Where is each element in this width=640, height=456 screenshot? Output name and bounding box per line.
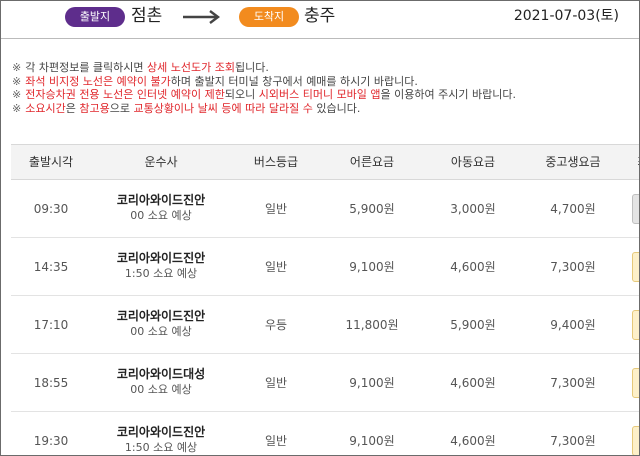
duration-estimate: 00 소요 예상 [130,209,192,222]
duration-estimate: 1:50 소요 예상 [124,441,198,454]
company-cell: 코리아와이드진안 00 소요 예상 [91,192,231,224]
notice-highlight: 좌석 비지정 노선은 예약이 불가 [25,74,171,88]
company-cell: 코리아와이드진안 1:50 소요 예상 [91,424,231,455]
table-row[interactable]: 17:10 코리아와이드진안 00 소요 예상 우등 11,800원 5,900원 9,40… [11,296,639,354]
company-name: 코리아와이드진안 [116,251,206,265]
header-adult-fare: 어른요금 [349,155,395,169]
company-cell: 코리아와이드대성 00 소요 예상 [91,366,231,398]
notice-text: 각 차편정보를 클릭하시면 [25,61,148,74]
notice-text: 은 [65,101,80,115]
duration-estimate: 00 소요 예상 [130,383,192,396]
adult-fare: 5,900원 [349,202,395,216]
company-name: 코리아와이드진안 [116,425,206,439]
company-cell: 코리아와이드진안 1:50 소요 예상 [91,250,231,282]
departure-time: 18:55 [33,376,69,390]
seat-select-button[interactable] [632,194,639,224]
table-row[interactable]: 19:30 코리아와이드진안 1:50 소요 예상 일반 9,100원 4,600원 7,3… [11,412,639,455]
notice-text: 하며 출발지 터미널 창구에서 예매를 하시기 바랍니다. [170,74,418,88]
child-fare: 4,600원 [450,260,496,274]
table-body: 09:30 코리아와이드진안 00 소요 예상 일반 5,900원 3,000원 4,700… [11,180,639,455]
table-row[interactable]: 18:55 코리아와이드대성 00 소요 예상 일반 9,100원 4,600원 7,300… [11,354,639,412]
departure-time: 19:30 [33,434,69,448]
notice-highlight: 시외버스 티머니 모바일 앱 [258,88,381,102]
notice-highlight: 교통상황이나 날씨 등에 따라 달라질 수 [133,101,313,115]
bus-grade: 일반 [264,376,288,390]
child-fare: 5,900원 [450,318,496,332]
bus-grade: 일반 [264,434,288,448]
notice-mark: ※ [12,101,22,115]
duration-estimate: 00 소요 예상 [130,325,192,338]
notice-mark: ※ [12,61,22,74]
notice-line: ※ 전자승차권 전용 노선은 인터넷 예약이 제한되오니 시외버스 티머니 모바일… [12,88,637,102]
header-child-fare: 아동요금 [450,155,496,169]
arrival-badge: 도착지 [239,7,299,27]
notice-highlight: 참고용 [79,101,110,115]
seat-select-button[interactable] [632,252,639,282]
company-cell: 코리아와이드진안 00 소요 예상 [91,308,231,340]
teen-fare: 7,300원 [550,434,596,448]
notice-highlight: 소요시간 [25,101,66,115]
departure-badge: 출발지 [65,7,125,27]
header-seat: 좌 [623,145,639,181]
route-bar: 출발지 점촌 도착지 충주 2021-07-03(토) [1,1,639,39]
table-header: 출발시각 운수사 버스등급 어른요금 아동요금 중고생요금 좌 [11,144,639,181]
child-fare: 4,600원 [450,376,496,390]
teen-fare: 4,700원 [550,202,596,216]
schedule-table: 출발시각 운수사 버스등급 어른요금 아동요금 중고생요금 좌 09:30 코리아… [11,144,639,455]
bus-grade: 일반 [264,260,288,274]
adult-fare: 9,100원 [349,260,395,274]
header-company: 운수사 [144,155,178,169]
teen-fare: 7,300원 [550,376,596,390]
arrow-right-icon [183,10,220,24]
teen-fare: 7,300원 [550,260,596,274]
header-bus-grade: 버스등급 [253,155,299,169]
duration-estimate: 1:50 소요 예상 [124,267,198,280]
travel-date: 2021-07-03(토) [513,8,619,24]
notice-text: 을 이용하여 주시기 바랍니다. [380,88,516,102]
header-teen-fare: 중고생요금 [545,155,601,169]
notice-text: 됩니다. [234,61,269,74]
seat-select-button[interactable] [632,368,639,398]
notice-line: ※ 소요시간은 참고용으로 교통상황이나 날씨 등에 따라 달라질 수 있습니다. [12,102,637,116]
notice-highlight: 전자승차권 전용 노선은 인터넷 예약이 제한 [25,88,225,102]
page-frame: 출발지 점촌 도착지 충주 2021-07-03(토) ※ 각 차편정보를 클릭하… [0,0,640,456]
teen-fare: 9,400원 [550,318,596,332]
company-name: 코리아와이드대성 [116,367,206,381]
child-fare: 3,000원 [450,202,496,216]
departure-city: 점촌 [131,6,163,26]
notice-list: ※ 각 차편정보를 클릭하시면 상세 노선도가 조회됩니다. ※ 좌석 비지정 노선은… [12,61,637,115]
table-row[interactable]: 14:35 코리아와이드진안 1:50 소요 예상 일반 9,100원 4,600원 7,3… [11,238,639,296]
bus-grade: 우등 [264,318,288,332]
seat-select-button[interactable] [632,310,639,340]
bus-grade: 일반 [264,202,288,216]
company-name: 코리아와이드진안 [116,309,206,323]
seat-select-button[interactable] [632,426,639,455]
departure-time: 17:10 [33,318,69,332]
departure-time: 14:35 [33,260,69,274]
adult-fare: 9,100원 [349,376,395,390]
notice-text: 으로 [109,101,134,115]
notice-line: ※ 각 차편정보를 클릭하시면 상세 노선도가 조회됩니다. [12,61,637,75]
adult-fare: 9,100원 [349,434,395,448]
arrival-city: 충주 [304,6,336,26]
table-row[interactable]: 09:30 코리아와이드진안 00 소요 예상 일반 5,900원 3,000원 4,700… [11,180,639,238]
notice-mark: ※ [12,88,22,102]
child-fare: 4,600원 [450,434,496,448]
notice-text: 있습니다. [312,101,361,115]
notice-line: ※ 좌석 비지정 노선은 예약이 불가하며 출발지 터미널 창구에서 예매를 하시… [12,75,637,89]
adult-fare: 11,800원 [345,318,399,332]
notice-mark: ※ [12,74,22,88]
notice-text: 되오니 [224,88,259,102]
company-name: 코리아와이드진안 [116,193,206,207]
departure-time: 09:30 [33,202,69,216]
header-departure-time: 출발시각 [28,155,74,169]
notice-highlight: 상세 노선도가 조회 [147,61,235,74]
